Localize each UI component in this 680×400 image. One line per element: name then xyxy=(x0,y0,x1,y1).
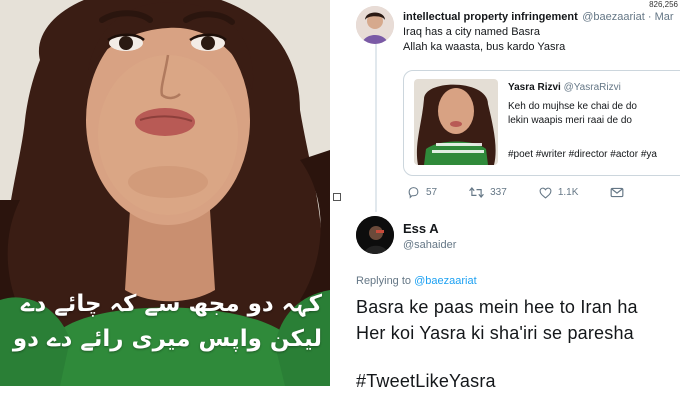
tweet2-author-name[interactable]: Ess A xyxy=(403,221,439,236)
retweet-button[interactable]: 337 xyxy=(469,186,507,199)
quoted-author-name[interactable]: Yasra Rizvi xyxy=(508,82,561,93)
retweet-count: 337 xyxy=(490,187,507,198)
reply-button[interactable]: 57 xyxy=(407,186,437,199)
retweet-icon xyxy=(469,186,484,199)
avatar-illustration xyxy=(356,6,394,44)
quoted-author-handle[interactable]: @YasraRizvi xyxy=(564,82,621,93)
tweet1-avatar[interactable] xyxy=(356,6,394,44)
avatar-illustration-2 xyxy=(356,216,394,254)
tweet1-text-line-1: Iraq has a city named Basra xyxy=(403,26,540,38)
quoted-tweet-body: Yasra Rizvi @YasraRizvi Keh do mujhse ke… xyxy=(508,81,637,128)
direct-message-button[interactable] xyxy=(610,186,624,199)
heart-icon xyxy=(539,187,552,199)
quoted-text-line-2: lekin waapis meri raai de do xyxy=(508,115,632,126)
tweet1-action-bar: 57 337 1.1K xyxy=(407,186,656,199)
tweet2-hashtag[interactable]: #TweetLikeYasra xyxy=(356,371,496,392)
quoted-text-line-1: Keh do mujhse ke chai de do xyxy=(508,101,637,112)
replying-to-line: Replying to @baezaariat xyxy=(356,275,477,287)
tweet1-text-line-2: Allah ka waasta, bus kardo Yasra xyxy=(403,41,566,53)
tweet1-content: intellectual property infringement @baez… xyxy=(403,7,680,55)
photo-panel: کہہ دو مجھ سے کہ چائے دے لیکن واپس میری … xyxy=(0,0,330,386)
quoted-photo-thumbnail xyxy=(414,79,498,165)
reply-count: 57 xyxy=(426,187,438,198)
photo-bottom-strip xyxy=(0,386,330,400)
replying-to-link[interactable]: @baezaariat xyxy=(414,275,477,287)
tweet2-text-line-2: Her koi Yasra ki sha'iri se paresha xyxy=(356,323,634,343)
quoted-hashtags[interactable]: #poet #writer #director #actor #ya xyxy=(508,149,657,160)
like-count: 1.1K xyxy=(557,187,579,198)
like-button[interactable]: 1.1K xyxy=(539,186,579,199)
replying-prefix: Replying to xyxy=(356,275,412,287)
quoted-tweet-image[interactable] xyxy=(414,79,498,165)
urdu-quote-line-1: کہہ دو مجھ سے کہ چائے دے xyxy=(20,291,322,317)
tweet1-author-name[interactable]: intellectual property infringement xyxy=(403,11,578,23)
quoted-tweet-card[interactable]: Yasra Rizvi @YasraRizvi Keh do mujhse ke… xyxy=(403,70,680,176)
tweet2-text-line-1: Basra ke paas mein hee to Iran ha xyxy=(356,297,638,317)
reply-icon xyxy=(408,187,419,199)
resize-handle[interactable] xyxy=(333,193,341,201)
tweet2-avatar[interactable] xyxy=(356,216,394,254)
thread-connector-line xyxy=(375,44,377,212)
panel-divider xyxy=(330,0,332,400)
tweet2-author-handle[interactable]: @sahaider xyxy=(403,239,456,251)
mail-icon xyxy=(610,187,624,198)
tweet1-author-handle[interactable]: @baezaariat · Mar xyxy=(582,11,673,23)
urdu-quote-line-2: لیکن واپس میری رائے دے دو xyxy=(12,326,322,352)
